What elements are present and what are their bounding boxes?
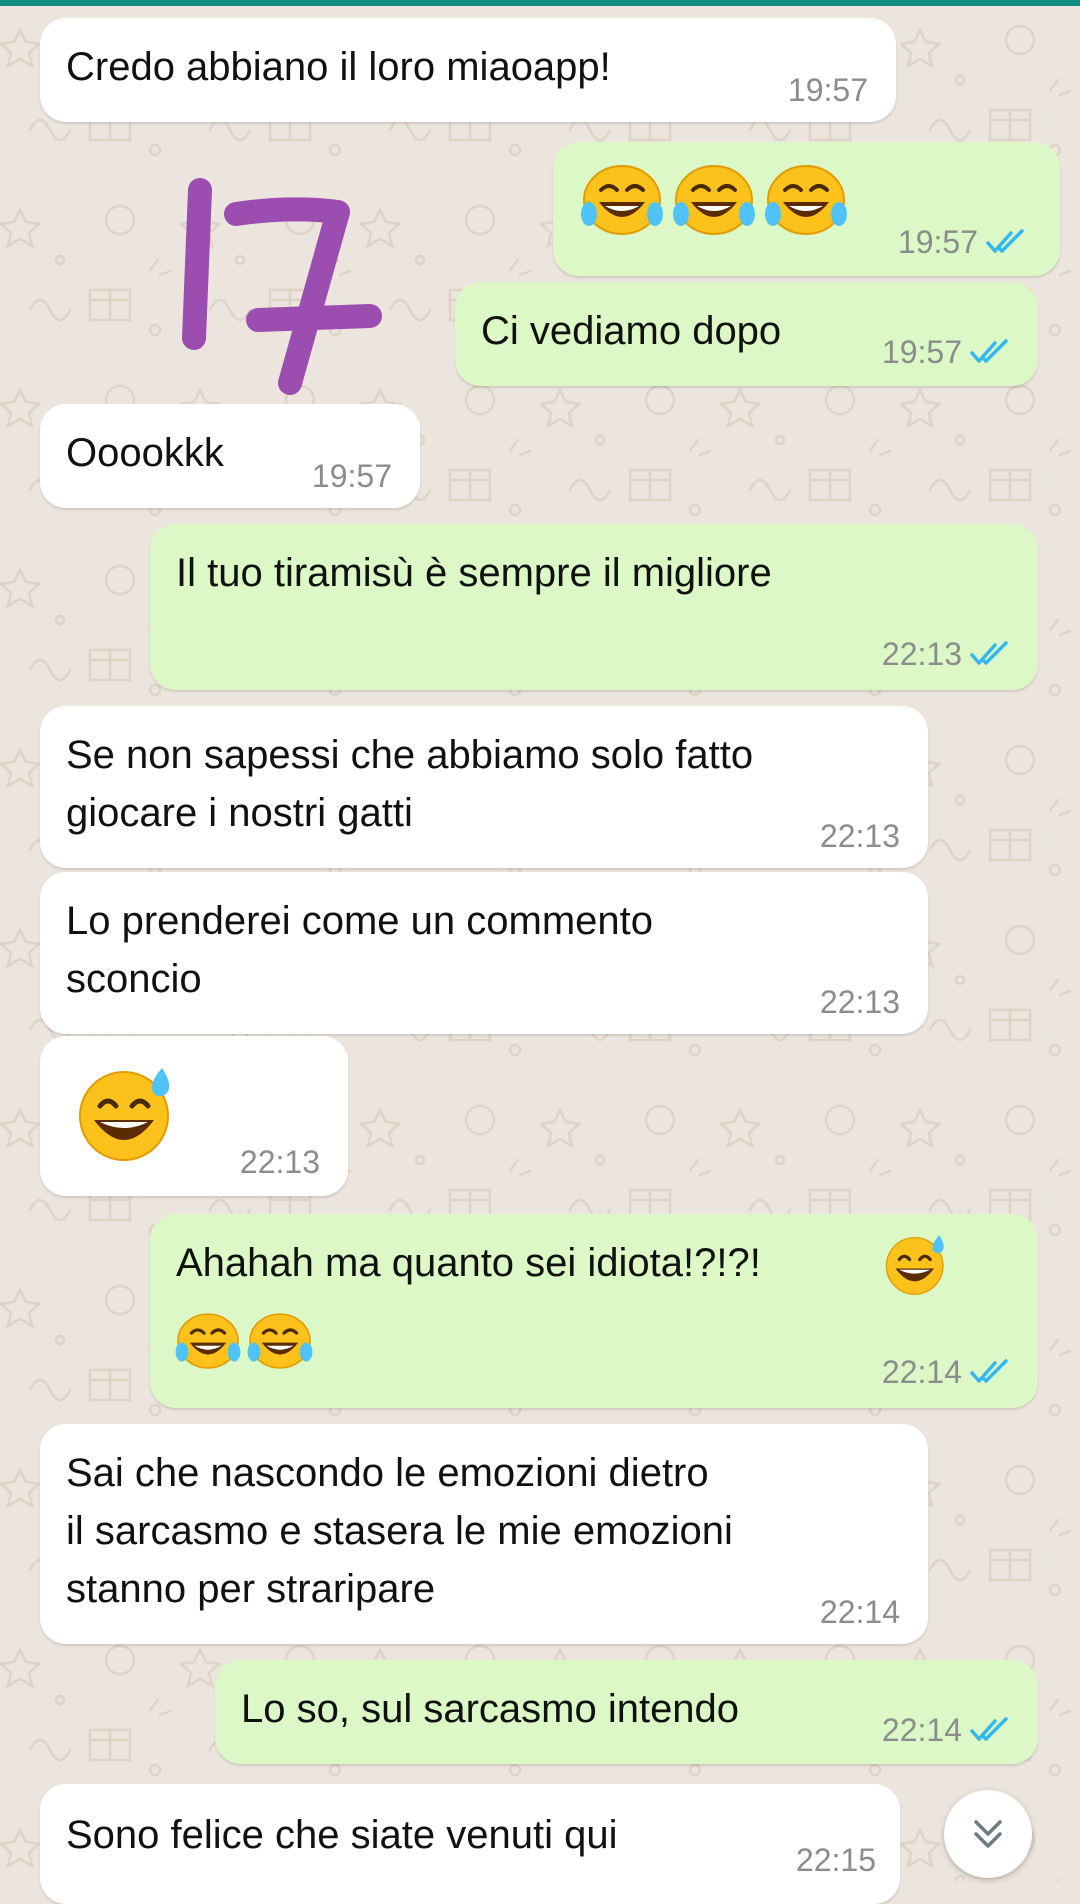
tears-of-joy-emoji-icon xyxy=(581,165,663,235)
message-bubble-outgoing[interactable]: Ahahah ma quanto sei idiota!?!?! 22:14 xyxy=(150,1214,1038,1408)
message-time: 19:57 xyxy=(898,224,1026,260)
message-time: 19:57 xyxy=(311,458,392,494)
message-time: 19:57 xyxy=(787,72,868,108)
message-text: Se non sapessi che abbiamo solo fatto gi… xyxy=(66,733,754,835)
read-double-check-icon xyxy=(970,641,1008,665)
message-time: 22:13 xyxy=(882,636,1010,672)
scroll-to-bottom-button[interactable] xyxy=(944,1790,1032,1878)
message-time: 22:15 xyxy=(795,1842,876,1878)
message-bubble-outgoing[interactable]: Il tuo tiramisù è sempre il migliore 22:… xyxy=(150,524,1038,690)
read-double-check-icon xyxy=(970,1359,1008,1383)
message-text: Sai che nascondo le emozioni dietro il s… xyxy=(66,1451,733,1611)
message-time: 22:14 xyxy=(882,1712,1010,1748)
tears-of-joy-emoji-icon xyxy=(247,1313,313,1369)
message-bubble-outgoing[interactable]: Ci vediamo dopo 19:57 xyxy=(455,282,1038,386)
double-chevron-down-icon xyxy=(974,1820,1002,1848)
tears-of-joy-emoji-icon xyxy=(673,165,755,235)
read-double-check-icon xyxy=(970,1717,1008,1741)
message-text: Credo abbiano il loro miaoapp! xyxy=(66,45,611,89)
message-text: Lo prenderei come un commento sconcio xyxy=(66,899,653,1001)
tears-of-joy-emoji-icon xyxy=(765,165,847,235)
message-bubble-incoming[interactable]: Ooookkk 19:57 xyxy=(40,404,420,508)
message-bubble-outgoing[interactable]: 19:57 xyxy=(553,142,1060,276)
message-text: Lo so, sul sarcasmo intendo xyxy=(241,1687,740,1731)
message-time: 22:13 xyxy=(819,818,900,854)
message-time: 22:14 xyxy=(819,1594,900,1630)
handwritten-number-overlay: 17 xyxy=(180,178,390,403)
top-app-bar-edge xyxy=(0,0,1080,6)
message-text: Ooookkk xyxy=(66,431,224,475)
grinning-sweat-emoji-icon xyxy=(885,1235,944,1295)
message-text: Ahahah ma quanto sei idiota!?!?! xyxy=(176,1241,761,1285)
message-time: 22:14 xyxy=(882,1354,1010,1390)
number-seventeen-drawing xyxy=(182,178,382,395)
message-text: Sono felice che siate venuti qui xyxy=(66,1813,618,1857)
message-bubble-incoming[interactable]: Lo prenderei come un commento sconcio 22… xyxy=(40,872,928,1034)
message-text: Ci vediamo dopo xyxy=(481,309,782,353)
message-text: Il tuo tiramisù è sempre il migliore xyxy=(176,551,772,595)
message-time: 22:13 xyxy=(239,1144,320,1180)
message-bubble-incoming[interactable]: Se non sapessi che abbiamo solo fatto gi… xyxy=(40,706,928,868)
grinning-sweat-emoji-icon xyxy=(79,1068,170,1161)
read-double-check-icon xyxy=(986,229,1024,253)
message-time: 19:57 xyxy=(882,334,1010,370)
message-bubble-incoming[interactable]: Credo abbiano il loro miaoapp! 19:57 xyxy=(40,18,896,122)
message-bubble-incoming[interactable]: Sono felice che siate venuti qui 22:15 xyxy=(40,1784,900,1904)
message-bubble-outgoing[interactable]: Lo so, sul sarcasmo intendo 22:14 xyxy=(215,1660,1038,1764)
message-time: 22:13 xyxy=(819,984,900,1020)
tears-of-joy-emoji-icon xyxy=(175,1313,241,1369)
read-double-check-icon xyxy=(970,339,1008,363)
message-bubble-incoming[interactable]: Sai che nascondo le emozioni dietro il s… xyxy=(40,1424,928,1644)
message-bubble-incoming[interactable]: 22:13 xyxy=(40,1036,348,1196)
